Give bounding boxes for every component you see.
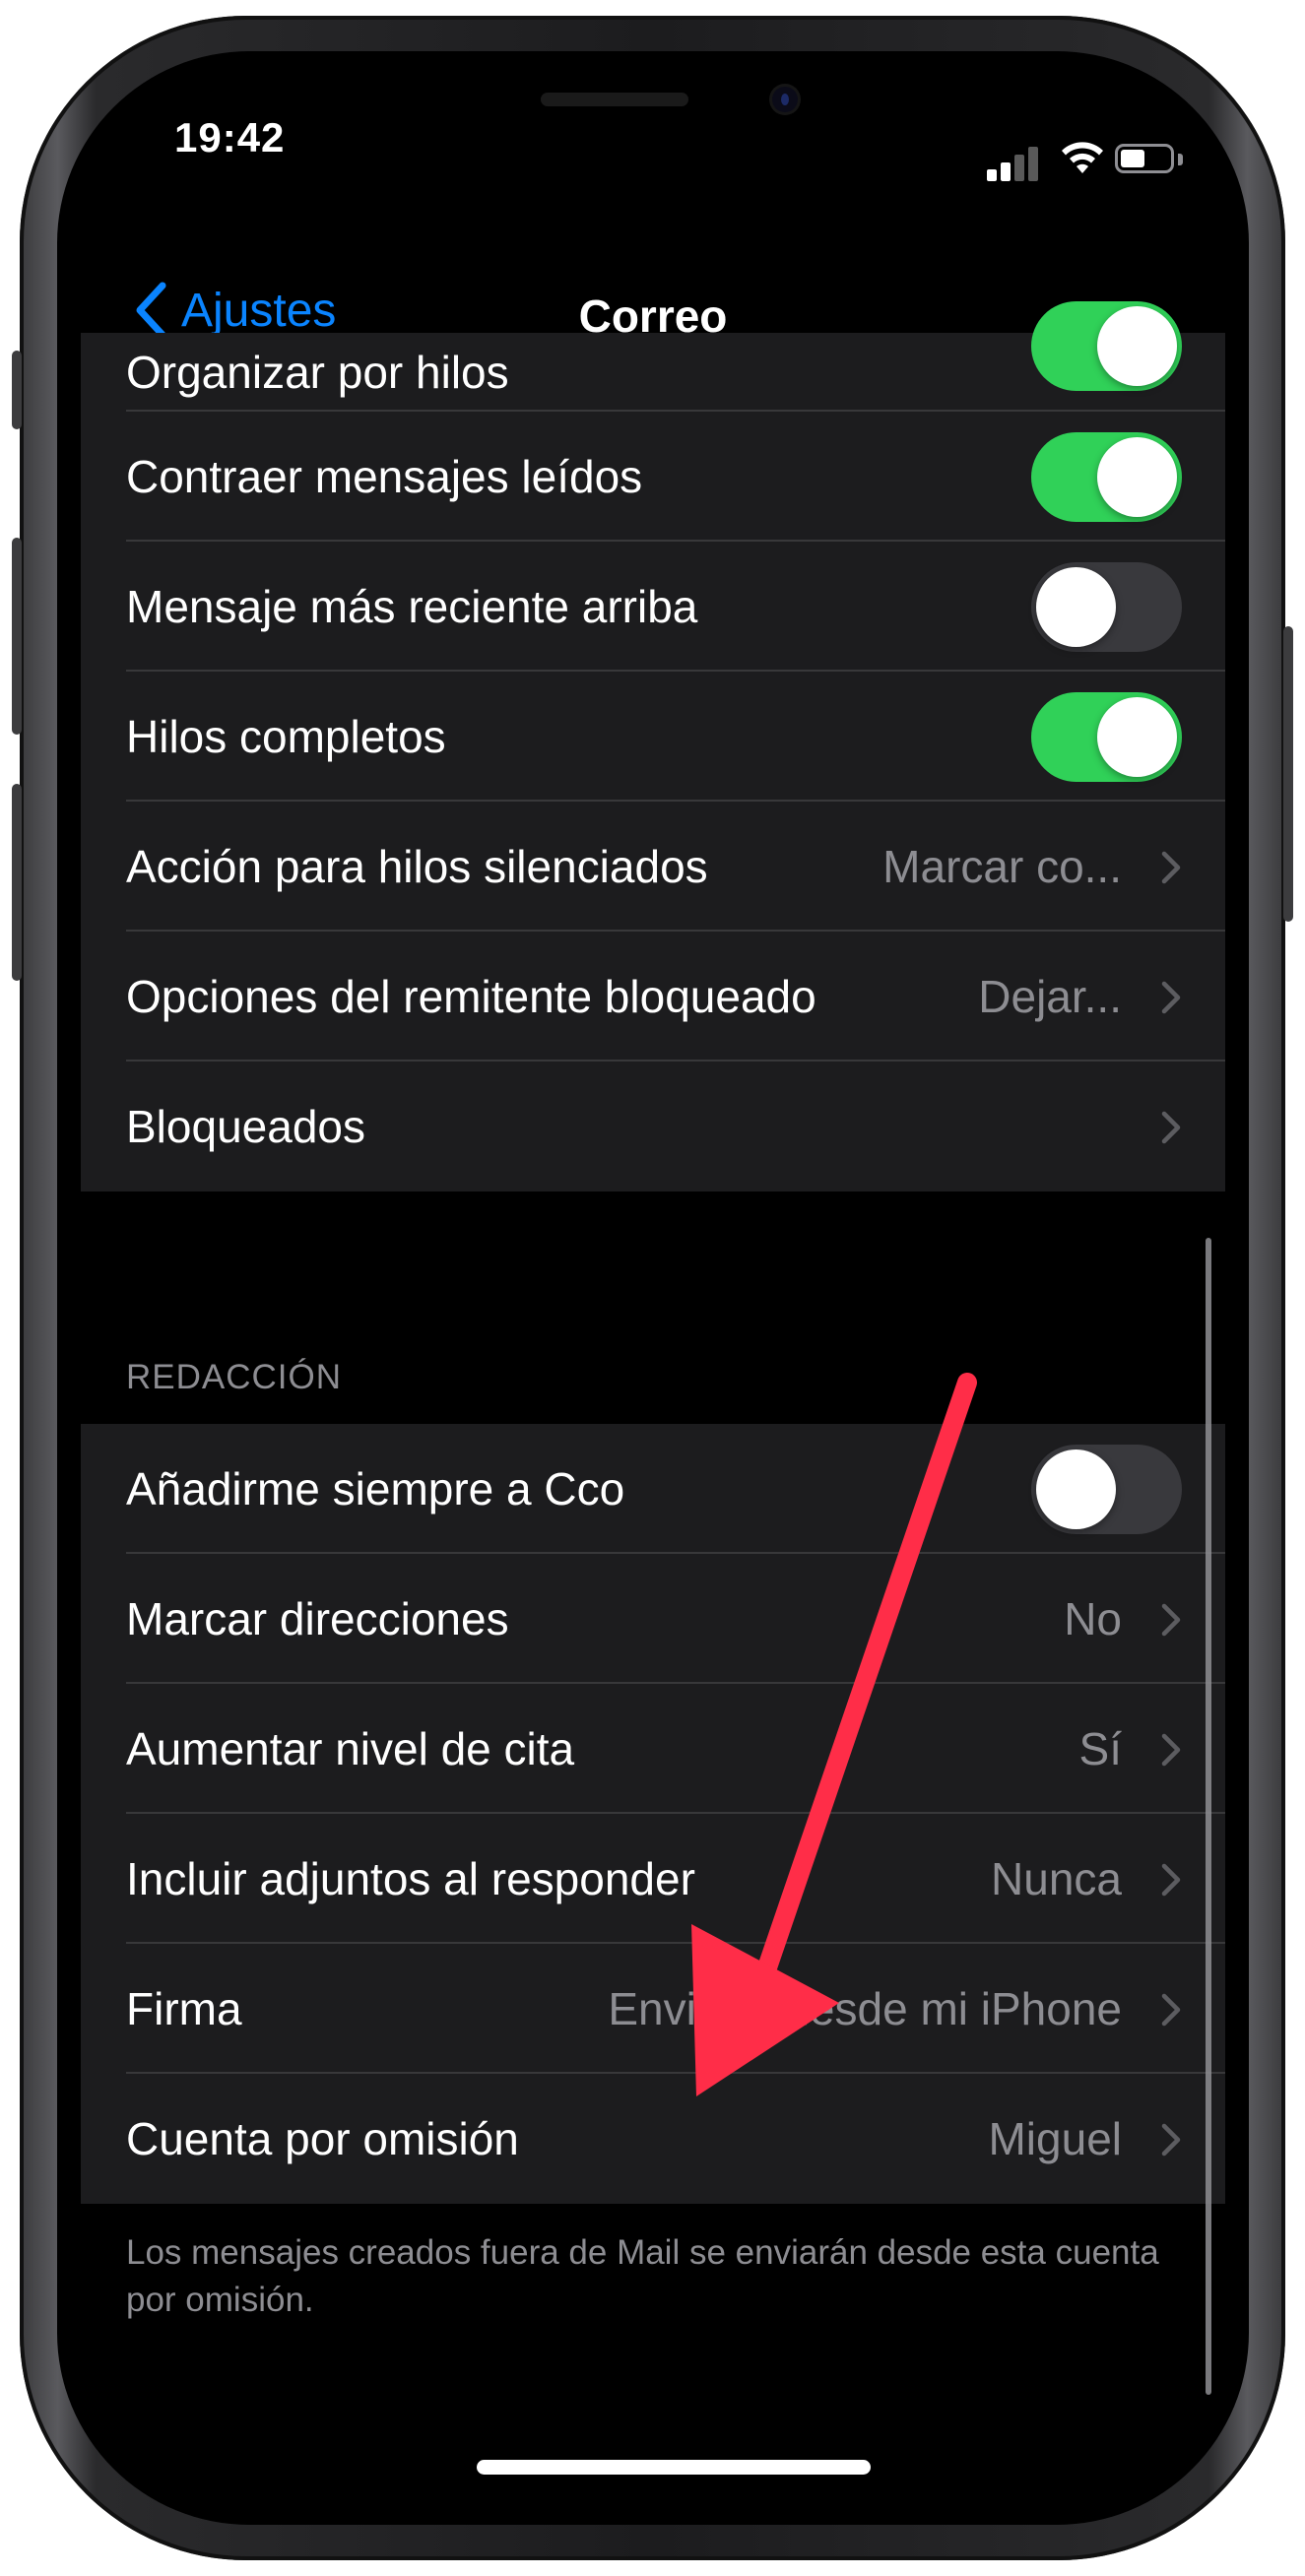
side-button-right	[1283, 626, 1293, 922]
row-muted-thread-action[interactable]: Acción para hilos silenciados Marcar co.…	[81, 802, 1225, 932]
row-value: Miguel	[988, 2113, 1122, 2164]
composing-settings-group: Añadirme siempre a Cco Marcar direccione…	[81, 1424, 1225, 2204]
chevron-right-icon	[1161, 1733, 1181, 1767]
side-button-left-3	[12, 784, 22, 981]
cellular-signal-icon	[987, 142, 1046, 181]
row-label: Acción para hilos silenciados	[126, 841, 708, 892]
iphone-frame: 19:42 Ajustes Correo Organizar por hilos…	[12, 16, 1293, 2560]
row-label: Opciones del remitente bloqueado	[126, 971, 816, 1022]
chevron-right-icon	[1161, 1993, 1181, 2027]
toggle-collapse-read-messages[interactable]	[1031, 432, 1182, 522]
side-button-left-1	[12, 351, 22, 429]
row-value: Dejar...	[978, 971, 1122, 1022]
battery-icon	[1115, 144, 1174, 173]
row-complete-threads[interactable]: Hilos completos	[81, 672, 1225, 802]
battery-cap	[1178, 154, 1183, 165]
wifi-icon	[1062, 142, 1103, 173]
home-indicator[interactable]	[477, 2460, 871, 2475]
row-label: Incluir adjuntos al responder	[126, 1853, 695, 1904]
speaker-grille	[541, 93, 688, 106]
row-increase-quote-level[interactable]: Aumentar nivel de cita Sí	[81, 1684, 1225, 1814]
row-mark-addresses[interactable]: Marcar direcciones No	[81, 1554, 1225, 1684]
row-label: Cuenta por omisión	[126, 2113, 519, 2164]
row-always-bcc-myself[interactable]: Añadirme siempre a Cco	[81, 1424, 1225, 1554]
default-account-footnote: Los mensajes creados fuera de Mail se en…	[126, 2233, 1159, 2319]
row-value: Enviado desde mi iPhone	[608, 1983, 1122, 2034]
toggle-organize-by-thread[interactable]	[1031, 301, 1182, 391]
row-label: Firma	[126, 1983, 242, 2034]
row-label: Marcar direcciones	[126, 1593, 509, 1644]
row-label: Bloqueados	[126, 1101, 365, 1152]
chevron-right-icon	[1161, 981, 1181, 1014]
section-header-composing: REDACCIÓN	[126, 1358, 343, 1396]
status-time: 19:42	[174, 114, 286, 161]
row-label: Hilos completos	[126, 711, 446, 762]
row-value: Nunca	[991, 1853, 1122, 1904]
row-organize-by-thread[interactable]: Organizar por hilos	[81, 301, 1225, 412]
threading-settings-group: Organizar por hilos Contraer mensajes le…	[81, 301, 1225, 1191]
row-label: Contraer mensajes leídos	[126, 451, 643, 502]
row-blocked[interactable]: Bloqueados	[81, 1062, 1225, 1191]
row-value: No	[1064, 1593, 1122, 1644]
row-label: Añadirme siempre a Cco	[126, 1463, 625, 1514]
row-value: Sí	[1078, 1723, 1122, 1774]
scrollbar[interactable]	[1206, 1238, 1211, 2395]
chevron-right-icon	[1161, 851, 1181, 884]
row-label: Mensaje más reciente arriba	[126, 581, 698, 632]
row-signature[interactable]: Firma Enviado desde mi iPhone	[81, 1944, 1225, 2074]
front-camera	[772, 87, 798, 112]
toggle-always-bcc-myself[interactable]	[1031, 1445, 1182, 1534]
row-blocked-sender-options[interactable]: Opciones del remitente bloqueado Dejar..…	[81, 932, 1225, 1062]
notch	[322, 73, 945, 161]
screen: 19:42 Ajustes Correo Organizar por hilos…	[81, 73, 1225, 2503]
row-collapse-read-messages[interactable]: Contraer mensajes leídos	[81, 412, 1225, 542]
side-button-left-2	[12, 538, 22, 735]
chevron-right-icon	[1161, 1111, 1181, 1144]
row-value: Marcar co...	[882, 841, 1122, 892]
chevron-right-icon	[1161, 1603, 1181, 1637]
chevron-right-icon	[1161, 1863, 1181, 1897]
toggle-most-recent-on-top[interactable]	[1031, 562, 1182, 652]
row-label: Organizar por hilos	[126, 347, 509, 398]
row-include-attachments[interactable]: Incluir adjuntos al responder Nunca	[81, 1814, 1225, 1944]
row-default-account[interactable]: Cuenta por omisión Miguel	[81, 2074, 1225, 2204]
row-most-recent-on-top[interactable]: Mensaje más reciente arriba	[81, 542, 1225, 672]
toggle-complete-threads[interactable]	[1031, 692, 1182, 782]
chevron-right-icon	[1161, 2123, 1181, 2157]
row-label: Aumentar nivel de cita	[126, 1723, 575, 1774]
